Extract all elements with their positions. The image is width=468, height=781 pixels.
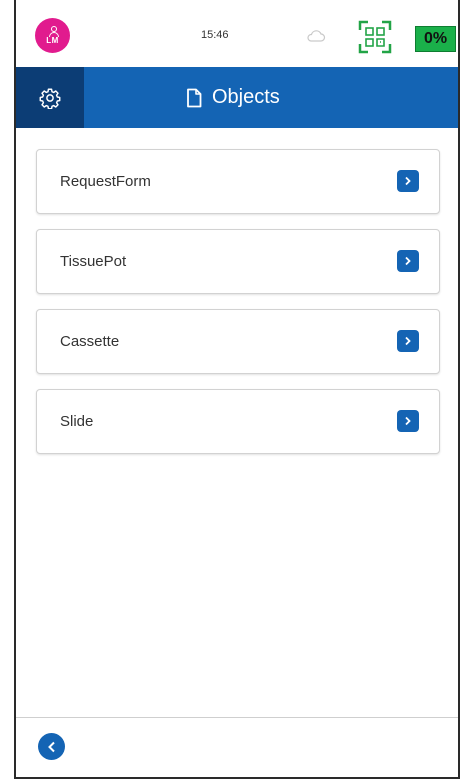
settings-button[interactable] <box>16 67 84 128</box>
cloud-icon <box>307 30 326 42</box>
list-item-label: Slide <box>60 413 94 430</box>
document-icon <box>187 88 202 107</box>
avatar-initials: LM <box>46 36 59 45</box>
list-item-slide[interactable]: Slide <box>36 389 440 454</box>
app-frame: LM 15:46 0% Objects RequestForm TissuePo… <box>14 0 460 779</box>
chevron-right-icon[interactable] <box>397 410 419 432</box>
person-icon <box>48 26 59 37</box>
qr-scan-icon[interactable] <box>358 20 392 54</box>
chevron-right-icon[interactable] <box>397 330 419 352</box>
objects-list: RequestForm TissuePot Cassette Slide <box>36 149 440 469</box>
user-avatar[interactable]: LM <box>35 18 70 53</box>
header-bar: Objects <box>16 67 458 128</box>
list-item-cassette[interactable]: Cassette <box>36 309 440 374</box>
page-title-text: Objects <box>212 86 280 108</box>
chevron-right-icon[interactable] <box>397 250 419 272</box>
footer-bar <box>16 717 458 777</box>
back-button[interactable] <box>38 733 65 760</box>
chevron-left-icon <box>47 741 55 752</box>
list-item-tissuepot[interactable]: TissuePot <box>36 229 440 294</box>
list-item-requestform[interactable]: RequestForm <box>36 149 440 214</box>
list-item-label: Cassette <box>60 333 120 350</box>
status-bar: LM 15:46 0% <box>16 0 458 67</box>
list-item-label: TissuePot <box>60 253 127 270</box>
chevron-right-icon[interactable] <box>397 170 419 192</box>
battery-indicator: 0% <box>415 26 456 52</box>
battery-label: 0% <box>423 30 448 47</box>
gear-icon <box>39 88 61 109</box>
list-item-label: RequestForm <box>60 173 151 190</box>
status-time: 15:46 <box>201 29 229 41</box>
page-title: Objects <box>186 67 280 128</box>
